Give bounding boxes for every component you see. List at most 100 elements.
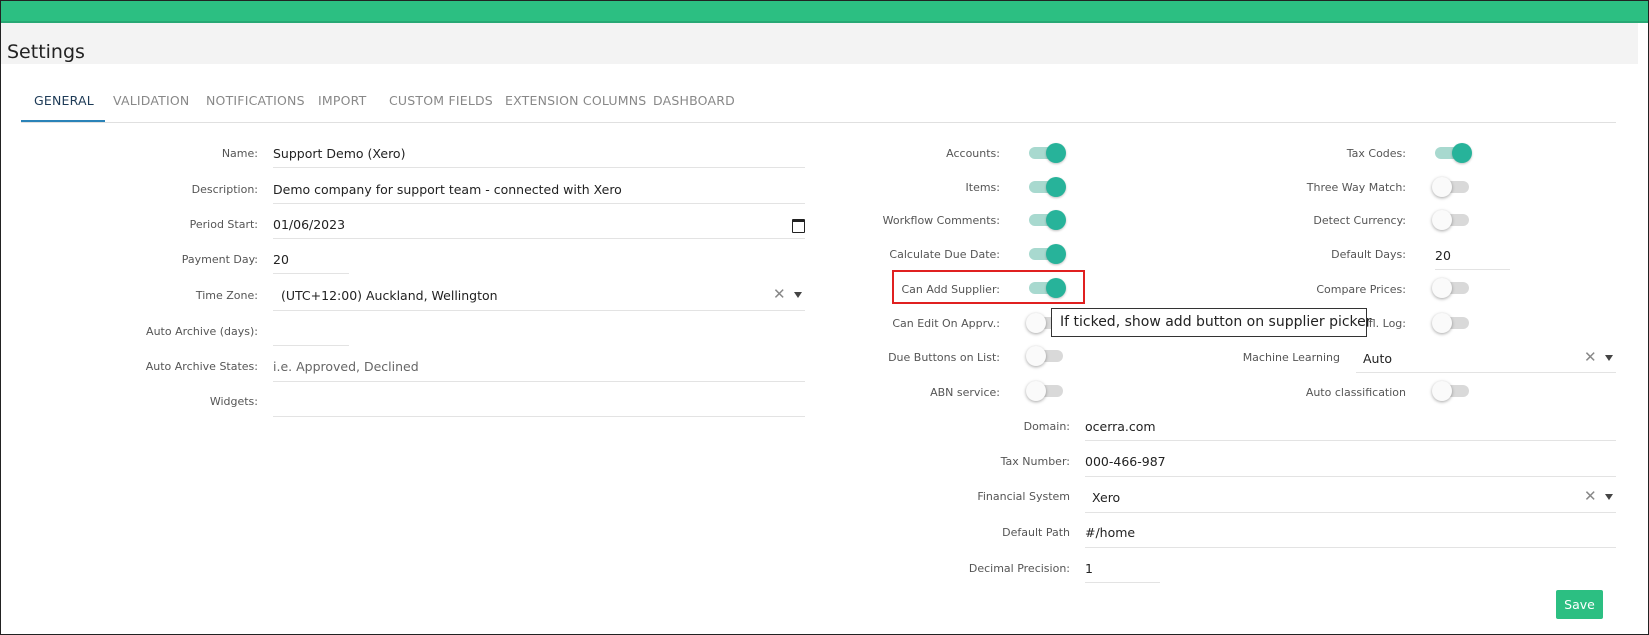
- payment-day-underline: [273, 273, 349, 274]
- toggle-knob: [1026, 346, 1046, 366]
- toggle-knob: [1432, 313, 1452, 333]
- auto-archive-days-underline: [273, 345, 349, 346]
- tab-notifications[interactable]: NOTIFICATIONS: [206, 93, 305, 108]
- payment-day-label: Payment Day:: [181, 253, 258, 266]
- toggle-knob: [1026, 313, 1046, 333]
- default-days-input[interactable]: 20: [1435, 248, 1451, 263]
- machine-learning-label: Machine Learning: [1242, 351, 1340, 364]
- financial-system-caret-down-icon[interactable]: [1605, 494, 1613, 500]
- abn-service-label: ABN service:: [930, 386, 1000, 399]
- description-input[interactable]: Demo company for support team - connecte…: [273, 182, 622, 197]
- toggle-knob: [1046, 177, 1066, 197]
- toggle-knob: [1026, 381, 1046, 401]
- toggle-knob: [1046, 244, 1066, 264]
- title-area: [1, 23, 1638, 64]
- machine-learning-clear-icon[interactable]: ✕: [1584, 348, 1597, 366]
- period-start-underline: [273, 238, 805, 239]
- due-buttons-on-list-label: Due Buttons on List:: [888, 351, 1000, 364]
- machine-learning-select[interactable]: Auto: [1363, 351, 1392, 366]
- workflow-comments-toggle[interactable]: [1029, 210, 1066, 230]
- compare-prices-label: Compare Prices:: [1316, 283, 1406, 296]
- tax-number-input[interactable]: 000-466-987: [1085, 454, 1166, 469]
- active-tab-indicator: [21, 120, 105, 122]
- settings-tabs: GENERAL VALIDATION NOTIFICATIONS IMPORT …: [21, 91, 1616, 123]
- description-label: Description:: [191, 183, 258, 196]
- calculate-due-date-toggle[interactable]: [1029, 244, 1066, 264]
- financial-system-clear-icon[interactable]: ✕: [1584, 487, 1597, 505]
- machine-learning-underline: [1356, 372, 1616, 373]
- top-bar: [1, 1, 1648, 23]
- default-days-underline: [1435, 269, 1510, 270]
- abn-service-toggle[interactable]: [1026, 381, 1063, 401]
- time-zone-clear-icon[interactable]: ✕: [773, 285, 786, 303]
- toggle-knob: [1432, 381, 1452, 401]
- time-zone-label: Time Zone:: [195, 289, 258, 302]
- can-edit-on-apprv-label: Can Edit On Apprv.:: [892, 317, 1000, 330]
- toggle-knob: [1432, 177, 1452, 197]
- auto-archive-states-label: Auto Archive States:: [145, 360, 258, 373]
- toggle-knob: [1046, 143, 1066, 163]
- compare-prices-toggle[interactable]: [1432, 278, 1469, 298]
- wkfl-log-toggle[interactable]: [1432, 313, 1469, 333]
- calculate-due-date-label: Calculate Due Date:: [889, 248, 1000, 261]
- auto-archive-states-underline: [273, 381, 805, 382]
- period-start-input[interactable]: 01/06/2023: [273, 217, 345, 232]
- time-zone-underline: [273, 310, 805, 311]
- three-way-match-label: Three Way Match:: [1306, 181, 1406, 194]
- default-path-underline: [1085, 547, 1616, 548]
- tooltip: If ticked, show add button on supplier p…: [1051, 308, 1372, 337]
- auto-archive-states-input[interactable]: i.e. Approved, Declined: [273, 359, 419, 374]
- financial-system-label: Financial System: [977, 490, 1070, 503]
- period-start-label: Period Start:: [189, 218, 258, 231]
- page-title: Settings: [7, 41, 85, 63]
- auto-archive-days-label: Auto Archive (days):: [146, 325, 258, 338]
- name-label: Name:: [221, 147, 258, 160]
- decimal-precision-underline: [1085, 582, 1160, 583]
- app-window: Settings GENERAL VALIDATION NOTIFICATION…: [0, 0, 1649, 635]
- tax-codes-toggle[interactable]: [1435, 143, 1472, 163]
- toggle-knob: [1432, 278, 1452, 298]
- detect-currency-label: Detect Currency:: [1313, 214, 1406, 227]
- time-zone-select[interactable]: (UTC+12:00) Auckland, Wellington: [281, 288, 498, 303]
- name-input[interactable]: Support Demo (Xero): [273, 146, 405, 161]
- tab-dashboard[interactable]: DASHBOARD: [653, 93, 735, 108]
- tab-custom-fields[interactable]: CUSTOM FIELDS: [389, 93, 493, 108]
- accounts-label: Accounts:: [946, 147, 1000, 160]
- description-underline: [273, 203, 805, 204]
- toggle-knob: [1432, 210, 1452, 230]
- auto-classification-label: Auto classification: [1305, 386, 1406, 399]
- domain-underline: [1085, 440, 1616, 441]
- financial-system-underline: [1085, 512, 1616, 513]
- due-buttons-on-list-toggle[interactable]: [1026, 346, 1063, 366]
- tab-validation[interactable]: VALIDATION: [113, 93, 189, 108]
- machine-learning-caret-down-icon[interactable]: [1605, 355, 1613, 361]
- tax-codes-label: Tax Codes:: [1346, 147, 1406, 160]
- save-button[interactable]: Save: [1556, 590, 1603, 619]
- items-toggle[interactable]: [1029, 177, 1066, 197]
- toggle-knob: [1046, 210, 1066, 230]
- calendar-icon[interactable]: [792, 219, 805, 233]
- three-way-match-toggle[interactable]: [1432, 177, 1469, 197]
- auto-classification-toggle[interactable]: [1432, 381, 1469, 401]
- tab-extension-columns[interactable]: EXTENSION COLUMNS: [505, 93, 646, 108]
- default-days-label: Default Days:: [1331, 248, 1406, 261]
- workflow-comments-label: Workflow Comments:: [882, 214, 1000, 227]
- tax-number-label: Tax Number:: [1000, 455, 1070, 468]
- tax-number-underline: [1085, 476, 1616, 477]
- time-zone-caret-down-icon[interactable]: [794, 292, 802, 298]
- tab-import[interactable]: IMPORT: [318, 93, 366, 108]
- domain-input[interactable]: ocerra.com: [1085, 419, 1156, 434]
- financial-system-select[interactable]: Xero: [1092, 490, 1120, 505]
- name-underline: [273, 167, 805, 168]
- decimal-precision-label: Decimal Precision:: [968, 562, 1070, 575]
- accounts-toggle[interactable]: [1029, 143, 1066, 163]
- toggle-knob: [1452, 143, 1472, 163]
- default-path-input[interactable]: #/home: [1085, 525, 1135, 540]
- domain-label: Domain:: [1023, 420, 1070, 433]
- decimal-precision-input[interactable]: 1: [1085, 561, 1093, 576]
- items-label: Items:: [965, 181, 1000, 194]
- payment-day-input[interactable]: 20: [273, 252, 289, 267]
- tab-general[interactable]: GENERAL: [34, 93, 94, 108]
- detect-currency-toggle[interactable]: [1432, 210, 1469, 230]
- widgets-underline: [273, 416, 805, 417]
